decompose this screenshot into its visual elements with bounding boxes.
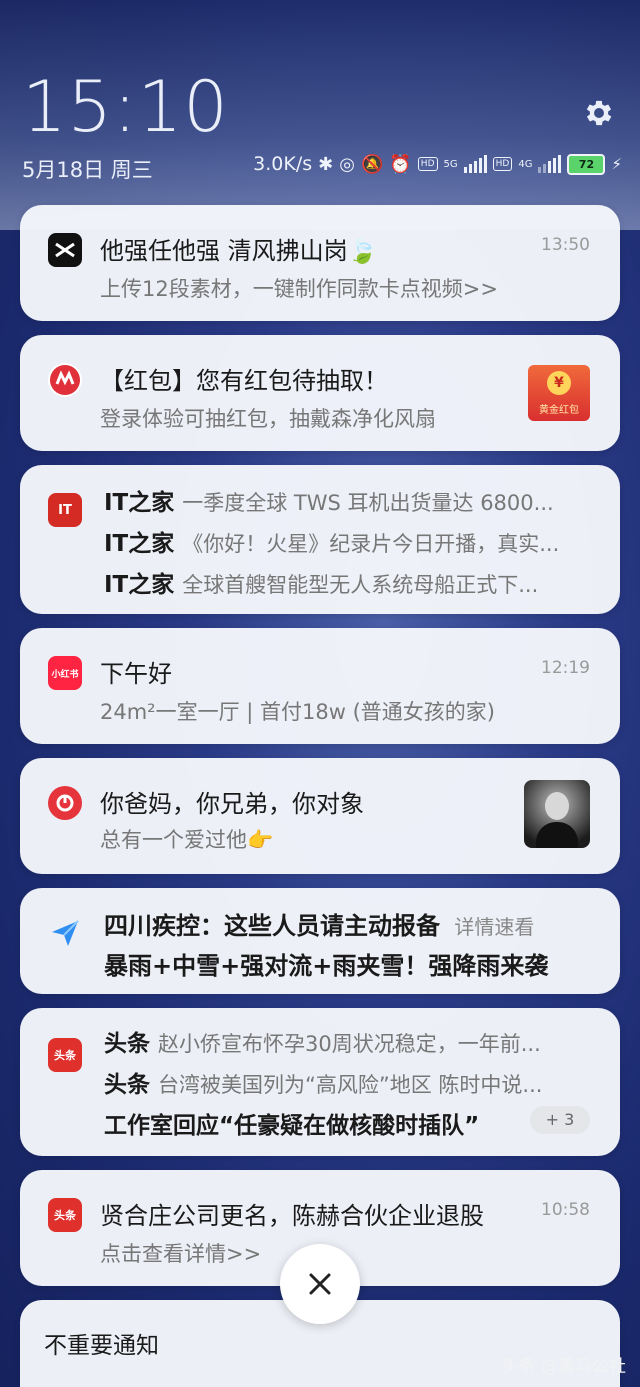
notification-text: 一季度全球 TWS 耳机出货量达 6800... [182, 491, 554, 515]
list-item: IT之家 一季度全球 TWS 耳机出货量达 6800... [104, 483, 596, 517]
notification-text: 赵小侨宣布怀孕30周状况稳定，一年前... [158, 1032, 541, 1056]
mute-bell-icon: 🔕 [360, 153, 384, 175]
notification-title: 四川疾控：这些人员请主动报备 详情速看 [104, 906, 534, 941]
sim1-network-type: 5G [443, 158, 458, 170]
toutiao-icon: 头条 [48, 1198, 82, 1232]
network-speed: 3.0K/s [253, 153, 313, 175]
clock-time: 15:10 [22, 66, 229, 148]
charging-bolt-icon: ⚡ [611, 155, 622, 173]
album-cover-thumbnail [524, 780, 590, 848]
thumbnail-label: 黄金红包 [539, 405, 579, 416]
hd-badge-icon: HD [492, 157, 513, 171]
clear-all-button[interactable] [280, 1244, 360, 1324]
title-text: 四川疾控：这些人员请主动报备 [104, 912, 440, 940]
notification-time: 13:50 [541, 235, 590, 255]
vibrate-icon: ◎ [339, 153, 355, 175]
status-bar: 3.0K/s ✱ ◎ 🔕 ⏰ HD 5G HD 4G 72 ⚡ [253, 150, 622, 178]
notification-title: 他强任他强 清风拂山岗🍃 [100, 237, 378, 265]
notification-card[interactable]: 小红书 下午好 12:19 24m²一室一厅 | 首付18w (普通女孩的家) [20, 628, 620, 744]
title-suffix: 详情速看 [454, 915, 535, 939]
paper-plane-icon [48, 916, 82, 950]
app-name: 头条 [104, 1072, 150, 1098]
notification-card[interactable]: 你爸妈，你兄弟，你对象 总有一个爱过他👉 [20, 758, 620, 874]
date-label: 5月18日 周三 [22, 158, 153, 182]
notification-text: 台湾被美国列为“高风险”地区 陈时中说... [158, 1073, 543, 1097]
notification-subtitle: 登录体验可抽红包，抽戴森净化风扇 [100, 407, 436, 431]
more-count-badge[interactable]: + 3 [530, 1106, 590, 1134]
notification-headline: 工作室回应“任豪疑在做核酸时插队” [104, 1113, 480, 1139]
list-item: IT之家 全球首艘智能型无人系统母船正式下... [104, 565, 596, 599]
notification-text: 《你好！火星》纪录片今日开播，真实... [182, 532, 560, 556]
notification-card[interactable]: 他强任他强 清风拂山岗🍃 13:50 上传12段素材，一键制作同款卡点视频>> [20, 205, 620, 321]
app-name: 头条 [104, 1031, 150, 1057]
person-body-icon [536, 822, 578, 848]
xiaohongshu-icon: 小红书 [48, 656, 82, 690]
list-item: 头条 台湾被美国列为“高风险”地区 陈时中说... [104, 1065, 596, 1099]
watermark: 头条 @黑马公社 [501, 1357, 626, 1377]
settings-gear-icon[interactable] [582, 96, 616, 130]
notification-card[interactable]: 【红包】您有红包待抽取！ 登录体验可抽红包，抽戴森净化风扇 ¥ 黄金红包 [20, 335, 620, 451]
notification-text: 全球首艘智能型无人系统母船正式下... [182, 573, 539, 597]
battery-level: 72 [567, 153, 606, 175]
list-item: 头条 赵小侨宣布怀孕30周状况稳定，一年前... [104, 1024, 596, 1058]
sim2-network-type: 4G [518, 158, 533, 170]
red-envelope-thumbnail: ¥ 黄金红包 [528, 365, 590, 421]
app-name: IT之家 [104, 531, 175, 557]
notification-time: 10:58 [541, 1200, 590, 1220]
person-portrait-icon [545, 792, 569, 820]
app-name: IT之家 [104, 572, 175, 598]
alarm-icon: ⏰ [389, 153, 412, 175]
notification-title: 你爸妈，你兄弟，你对象 [100, 790, 364, 818]
notification-subtitle: 24m²一室一厅 | 首付18w (普通女孩的家) [100, 700, 495, 724]
merchants-bank-icon [48, 363, 82, 397]
hd-badge-icon: HD [417, 157, 438, 171]
bluetooth-icon: ✱ [318, 153, 334, 175]
notification-title: 下午好 [100, 660, 172, 688]
signal-bars-icon [538, 155, 562, 173]
list-item: IT之家 《你好！火星》纪录片今日开播，真实... [104, 524, 596, 558]
toutiao-icon: 头条 [48, 1038, 82, 1072]
notification-card[interactable]: 四川疾控：这些人员请主动报备 详情速看 暴雨+中雪+强对流+雨夹雪！强降雨来袭 [20, 888, 620, 994]
notification-subtitle: 上传12段素材，一键制作同款卡点视频>> [100, 277, 498, 301]
coin-icon: ¥ [547, 371, 571, 395]
notification-title: 贤合庄公司更名，陈赫合伙企业退股 [100, 1202, 484, 1230]
notification-subtitle: 总有一个爱过他👉 [100, 828, 274, 852]
notification-card[interactable]: IT IT之家 一季度全球 TWS 耳机出货量达 6800... IT之家 《你好！… [20, 465, 620, 614]
close-icon [309, 1273, 331, 1295]
section-label: 不重要通知 [44, 1333, 159, 1359]
notification-subtitle: 暴雨+中雪+强对流+雨夹雪！强降雨来袭 [104, 952, 549, 980]
ithome-icon: IT [48, 493, 82, 527]
signal-bars-icon [463, 155, 487, 173]
capcut-icon [48, 233, 82, 267]
notification-subtitle: 点击查看详情>> [100, 1242, 262, 1266]
music-app-icon [48, 786, 82, 820]
app-name: IT之家 [104, 490, 175, 516]
notification-title: 【红包】您有红包待抽取！ [100, 367, 388, 395]
notification-card[interactable]: 头条 头条 赵小侨宣布怀孕30周状况稳定，一年前... 头条 台湾被美国列为“高风险… [20, 1008, 620, 1156]
notification-time: 12:19 [541, 658, 590, 678]
